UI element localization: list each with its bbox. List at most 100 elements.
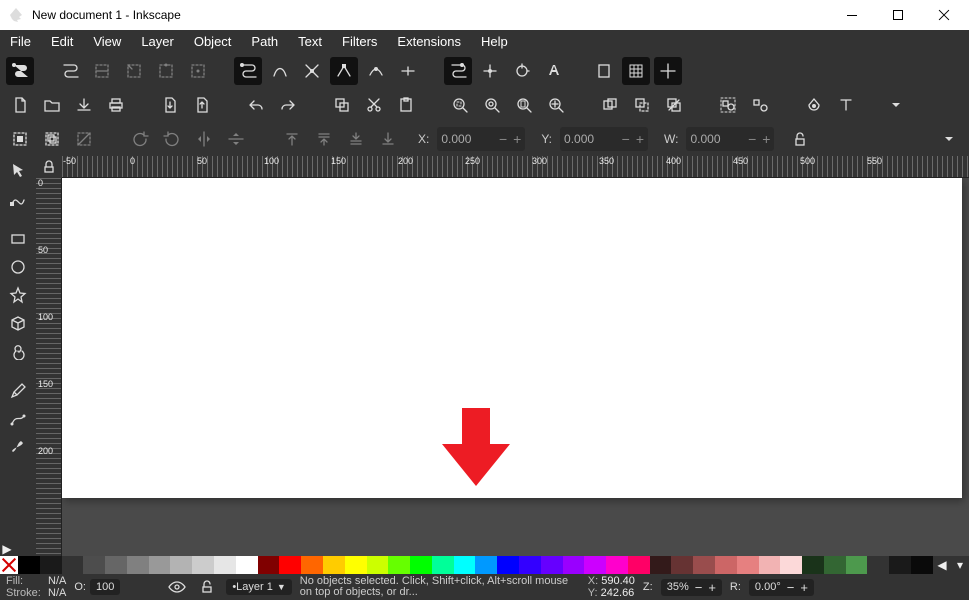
color-swatch[interactable] [432, 556, 454, 574]
zoom-out-button[interactable]: − [695, 581, 703, 594]
color-swatch[interactable] [584, 556, 606, 574]
color-swatch[interactable] [279, 556, 301, 574]
more-commands-button[interactable] [882, 91, 910, 119]
layer-lock-toggle[interactable] [196, 577, 218, 597]
snap-bbox-edge-button[interactable] [88, 57, 116, 85]
color-swatch[interactable] [759, 556, 781, 574]
text-dialog-button[interactable] [832, 91, 860, 119]
swatch-none[interactable] [0, 556, 18, 574]
color-swatch[interactable] [628, 556, 650, 574]
star-tool[interactable] [3, 282, 33, 308]
selector-tool[interactable] [3, 158, 33, 184]
color-swatch[interactable] [105, 556, 127, 574]
opacity-value[interactable]: 100 [90, 579, 120, 595]
snap-intersection-button[interactable] [298, 57, 326, 85]
fill-stroke-dialog-button[interactable] [800, 91, 828, 119]
menu-edit[interactable]: Edit [41, 30, 83, 54]
menu-path[interactable]: Path [241, 30, 288, 54]
color-swatch[interactable] [236, 556, 258, 574]
color-swatch[interactable] [83, 556, 105, 574]
x-increment[interactable]: + [513, 132, 521, 146]
zoom-drawing-button[interactable] [478, 91, 506, 119]
w-decrement[interactable]: − [748, 132, 756, 146]
rotation-control[interactable]: 0.00° − + [749, 579, 814, 596]
y-decrement[interactable]: − [622, 132, 630, 146]
menu-filters[interactable]: Filters [332, 30, 387, 54]
snap-guide-button[interactable] [654, 57, 682, 85]
y-field[interactable]: 0.000 −+ [560, 127, 648, 151]
window-minimize-button[interactable] [829, 0, 875, 30]
fill-value[interactable]: N/A [48, 575, 66, 587]
stroke-value[interactable]: N/A [48, 587, 66, 599]
cut-button[interactable] [360, 91, 388, 119]
menu-help[interactable]: Help [471, 30, 518, 54]
window-maximize-button[interactable] [875, 0, 921, 30]
export-button[interactable] [188, 91, 216, 119]
color-swatch[interactable] [18, 556, 40, 574]
color-swatch[interactable] [563, 556, 585, 574]
color-swatch[interactable] [323, 556, 345, 574]
rotation-dec-button[interactable]: − [787, 581, 795, 594]
duplicate-button[interactable] [596, 91, 624, 119]
snap-bbox-center-button[interactable] [184, 57, 212, 85]
x-field[interactable]: 0.000 −+ [437, 127, 525, 151]
raise-top-button[interactable] [278, 125, 306, 153]
color-swatch[interactable] [606, 556, 628, 574]
snap-center-button[interactable] [476, 57, 504, 85]
rotate-cw-button[interactable] [158, 125, 186, 153]
color-swatch[interactable] [541, 556, 563, 574]
ungroup-button[interactable] [746, 91, 774, 119]
window-close-button[interactable] [921, 0, 967, 30]
snap-path-button[interactable] [266, 57, 294, 85]
menu-layer[interactable]: Layer [131, 30, 184, 54]
ellipse-tool[interactable] [3, 254, 33, 280]
x-decrement[interactable]: − [499, 132, 507, 146]
palette-menu[interactable]: ▾ [951, 556, 969, 574]
color-swatch[interactable] [846, 556, 868, 574]
layer-visibility-toggle[interactable] [166, 577, 188, 597]
snap-toggle-button[interactable] [6, 57, 34, 85]
horizontal-ruler[interactable]: -50050100150200250300350400450500550 [62, 156, 969, 178]
menu-text[interactable]: Text [288, 30, 332, 54]
snap-page-border-button[interactable] [590, 57, 618, 85]
menu-view[interactable]: View [83, 30, 131, 54]
lock-aspect-button[interactable] [786, 125, 814, 153]
ruler-corner-lock[interactable] [36, 156, 62, 178]
color-swatch[interactable] [301, 556, 323, 574]
spiral-tool[interactable] [3, 338, 33, 364]
w-increment[interactable]: + [762, 132, 770, 146]
rotation-inc-button[interactable]: + [800, 581, 808, 594]
snap-node-button[interactable] [234, 57, 262, 85]
redo-button[interactable] [274, 91, 302, 119]
color-swatch[interactable] [192, 556, 214, 574]
open-document-button[interactable] [38, 91, 66, 119]
clone-button[interactable] [628, 91, 656, 119]
select-all-button[interactable] [6, 125, 34, 153]
rotate-ccw-button[interactable] [126, 125, 154, 153]
calligraphy-tool[interactable] [3, 434, 33, 460]
paste-button[interactable] [392, 91, 420, 119]
snap-midpoint-button[interactable] [394, 57, 422, 85]
w-field[interactable]: 0.000 −+ [686, 127, 774, 151]
canvas-viewport[interactable] [62, 178, 969, 556]
import-button[interactable] [156, 91, 184, 119]
bezier-tool[interactable] [3, 406, 33, 432]
color-swatch[interactable] [62, 556, 84, 574]
undo-button[interactable] [242, 91, 270, 119]
color-swatch[interactable] [802, 556, 824, 574]
unlink-clone-button[interactable] [660, 91, 688, 119]
color-swatch[interactable] [911, 556, 933, 574]
color-swatch[interactable] [149, 556, 171, 574]
save-document-button[interactable] [70, 91, 98, 119]
menu-extensions[interactable]: Extensions [387, 30, 471, 54]
color-swatch[interactable] [889, 556, 911, 574]
color-swatch[interactable] [824, 556, 846, 574]
color-swatch[interactable] [258, 556, 280, 574]
vertical-ruler[interactable]: 050100150200 [36, 178, 62, 556]
color-swatch[interactable] [410, 556, 432, 574]
toolbox-scroll-down[interactable]: ▶ [0, 542, 14, 556]
menu-file[interactable]: File [0, 30, 41, 54]
color-swatch[interactable] [671, 556, 693, 574]
flip-horizontal-button[interactable] [190, 125, 218, 153]
snap-grid-button[interactable] [622, 57, 650, 85]
